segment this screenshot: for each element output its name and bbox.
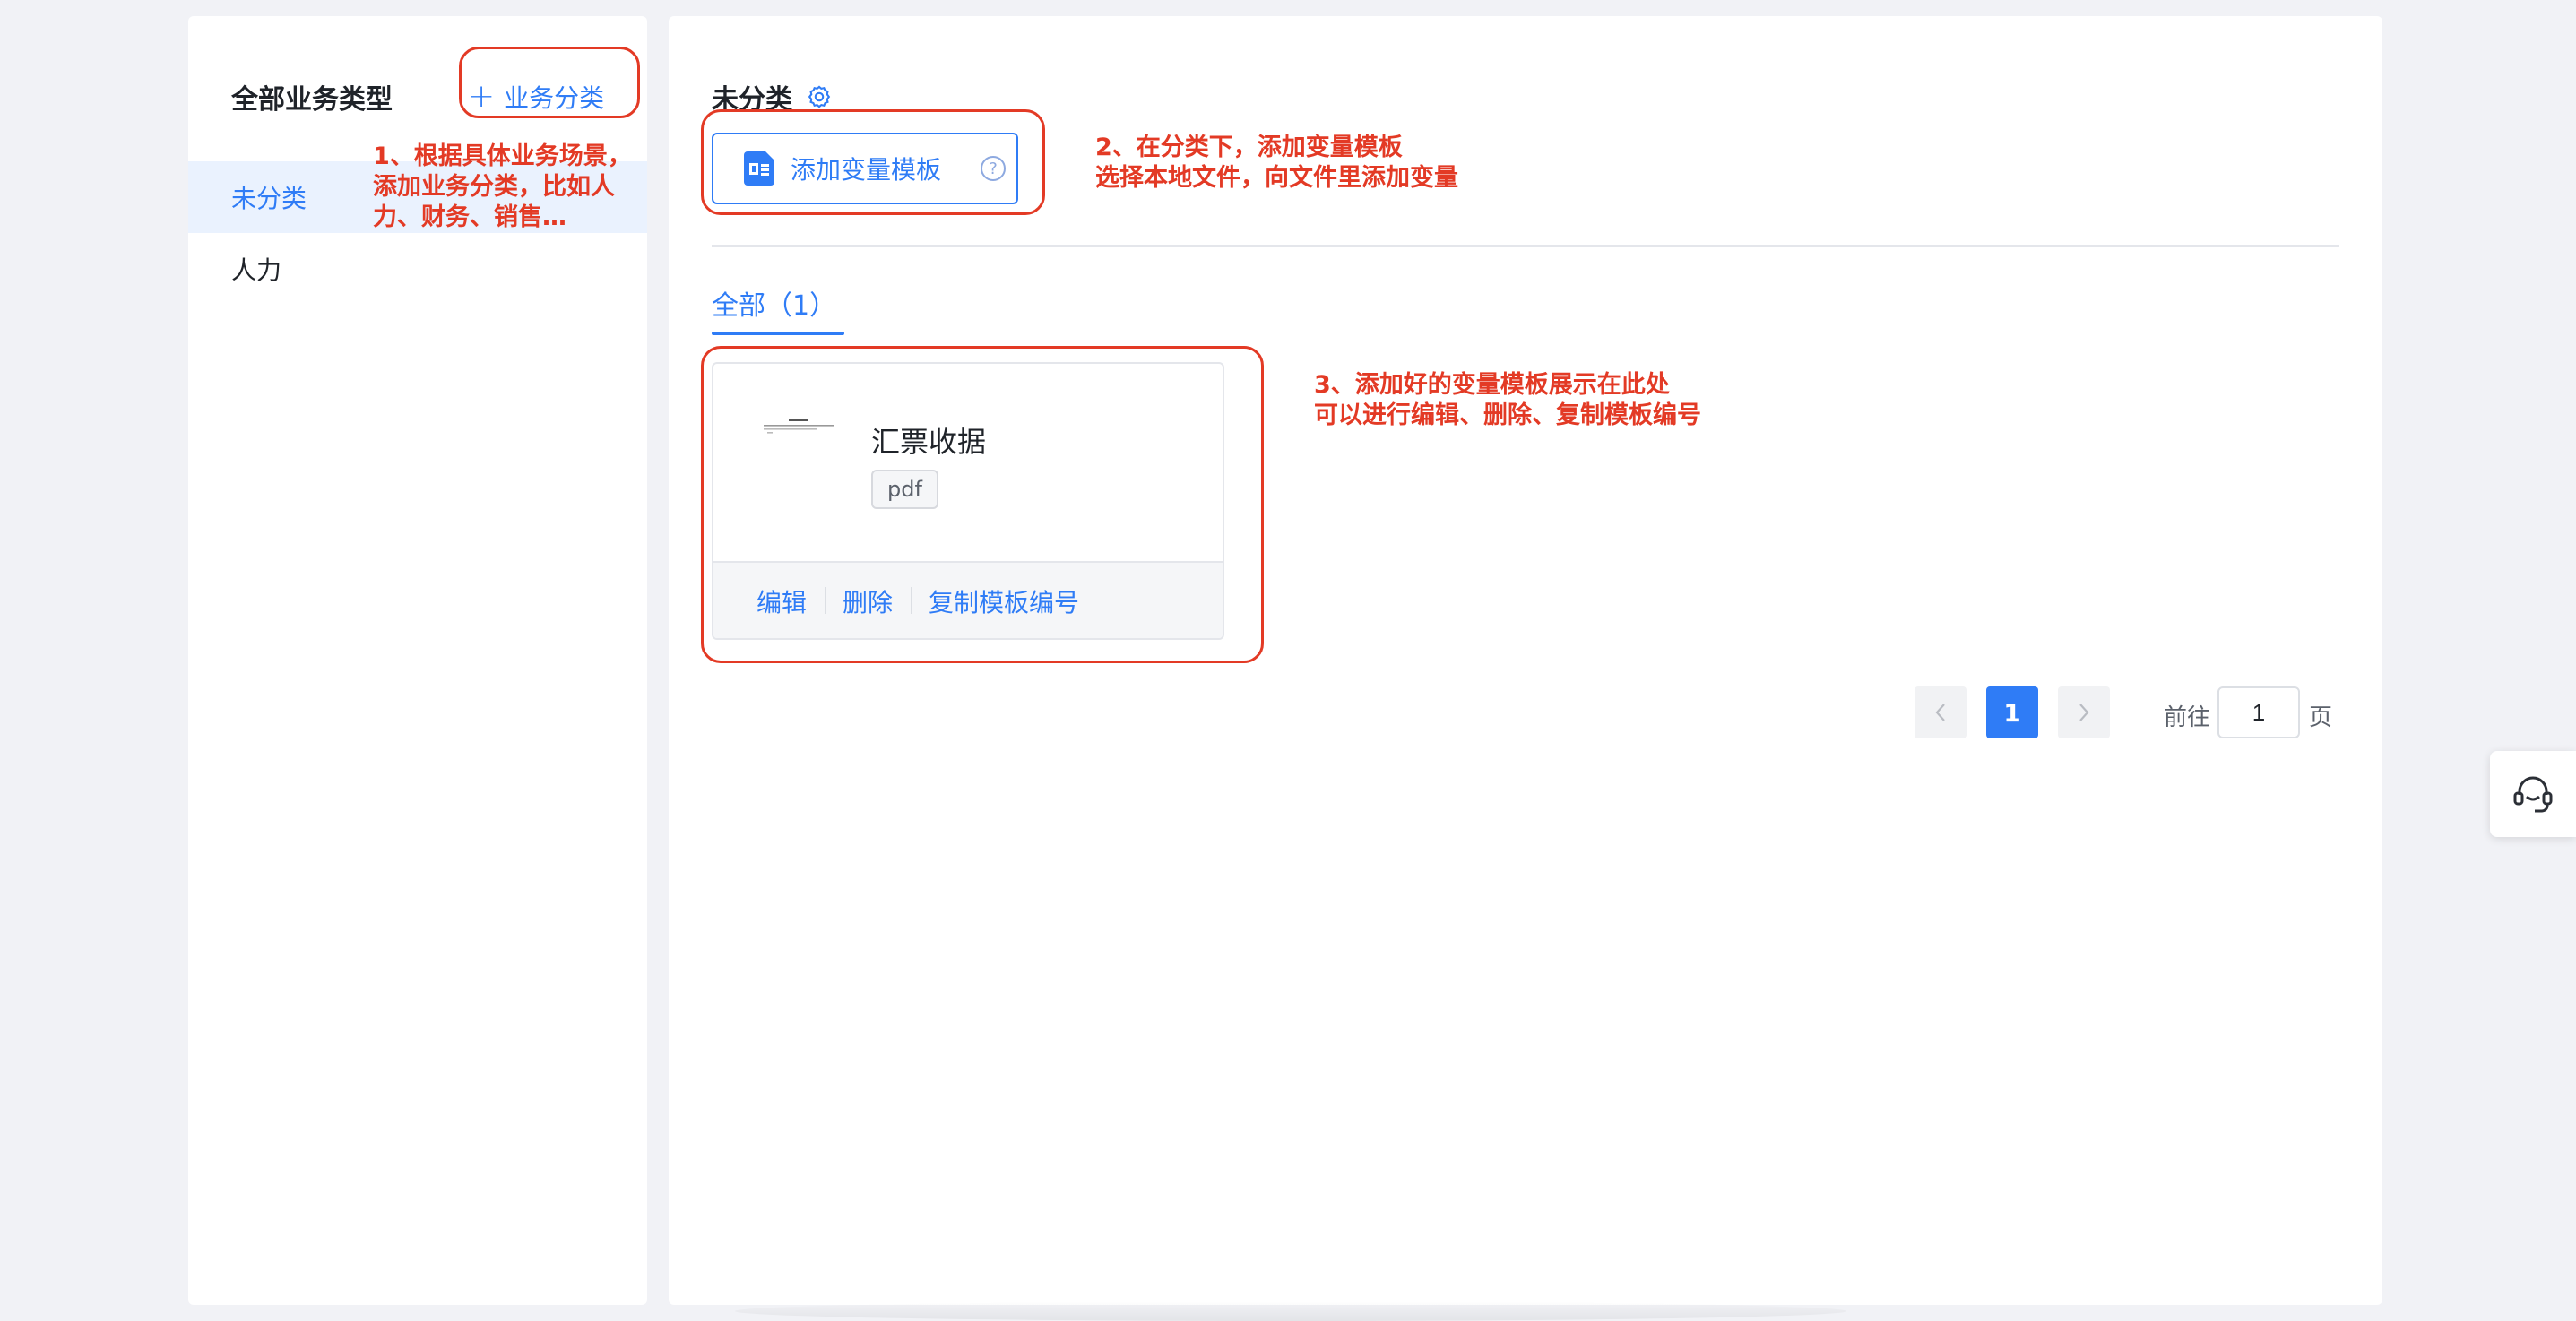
headset-icon <box>2513 776 2553 813</box>
pagination-page-suffix: 页 <box>2309 704 2333 731</box>
sidebar-item-label: 未分类 <box>231 184 307 213</box>
pagination-next-button[interactable] <box>2058 686 2110 738</box>
sidebar-item-label: 人力 <box>231 255 282 285</box>
annotation-box-add-category <box>459 47 640 118</box>
annotation-note-1: 1、根据具体业务场景， 添加业务分类，比如人 力、财务、销售… <box>373 142 632 231</box>
bottom-shadow <box>735 1301 1846 1321</box>
gear-icon[interactable] <box>807 84 832 109</box>
tab-active-indicator <box>712 332 844 335</box>
pagination-goto-input[interactable] <box>2217 686 2300 738</box>
sidebar-item-hr[interactable]: 人力 <box>188 233 647 305</box>
sidebar-title: 全部业务类型 <box>231 84 393 116</box>
annotation-box-template-list <box>701 346 1264 663</box>
pagination-current-page[interactable]: 1 <box>1986 686 2038 738</box>
header-divider <box>712 245 2339 247</box>
annotation-note-2: 2、在分类下，添加变量模板 选择本地文件，向文件里添加变量 <box>1095 134 1458 192</box>
chevron-right-icon <box>2079 704 2089 721</box>
annotation-box-add-template <box>701 109 1045 215</box>
tab-all[interactable]: 全部（1） <box>712 283 836 323</box>
customer-support-button[interactable] <box>2490 751 2576 837</box>
pagination-goto-label: 前往 <box>2164 704 2211 731</box>
annotation-note-3: 3、添加好的变量模板展示在此处 可以进行编辑、删除、复制模板编号 <box>1314 371 1701 429</box>
pagination-prev-button[interactable] <box>1915 686 1967 738</box>
chevron-left-icon <box>1935 704 1945 721</box>
